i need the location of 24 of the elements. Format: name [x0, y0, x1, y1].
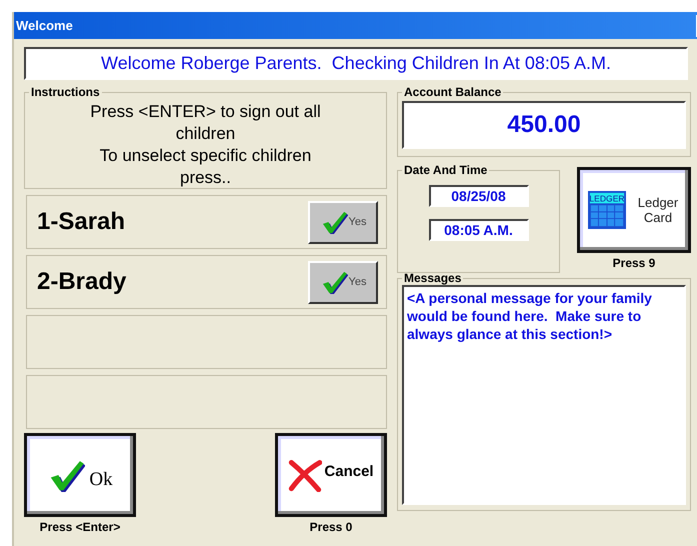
date-field: 08/25/08: [428, 185, 528, 207]
instruction-text: Press <ENTER> to sign out all children: [89, 101, 322, 145]
ledger-card-button[interactable]: LEDGER Ledger Card: [577, 167, 691, 253]
group-title: Instructions: [30, 85, 101, 99]
message-text: <A personal message for your family would be found here. Make sure to always glance at this section!>: [407, 290, 653, 342]
instruction-text: To unselect specific children press..: [98, 145, 312, 189]
welcome-banner: Welcome Roberge Parents. Checking Children In At 08:05 A.M.: [24, 47, 688, 80]
cross-icon: [288, 458, 322, 492]
group-title: Account Balance: [403, 85, 502, 99]
child-name: 2-Brady: [37, 268, 126, 296]
window-title: Welcome: [15, 18, 73, 33]
yes-button[interactable]: Yes: [308, 260, 378, 304]
time-field: 08:05 A.M.: [428, 219, 528, 241]
balance-value: 450.00: [402, 101, 686, 149]
key-hint: Press 0: [310, 520, 352, 534]
key-hint: Press <Enter>: [40, 520, 120, 534]
key-hint: Press 9: [612, 256, 656, 270]
yes-button[interactable]: Yes: [308, 200, 378, 244]
child-name: 1-Sarah: [37, 208, 126, 236]
group-title: Date And Time: [403, 163, 488, 177]
cancel-button[interactable]: Cancel: [275, 433, 387, 517]
group-title: Messages: [403, 271, 462, 285]
ok-button[interactable]: Ok: [24, 433, 136, 517]
ledger-icon: LEDGER: [588, 191, 626, 229]
